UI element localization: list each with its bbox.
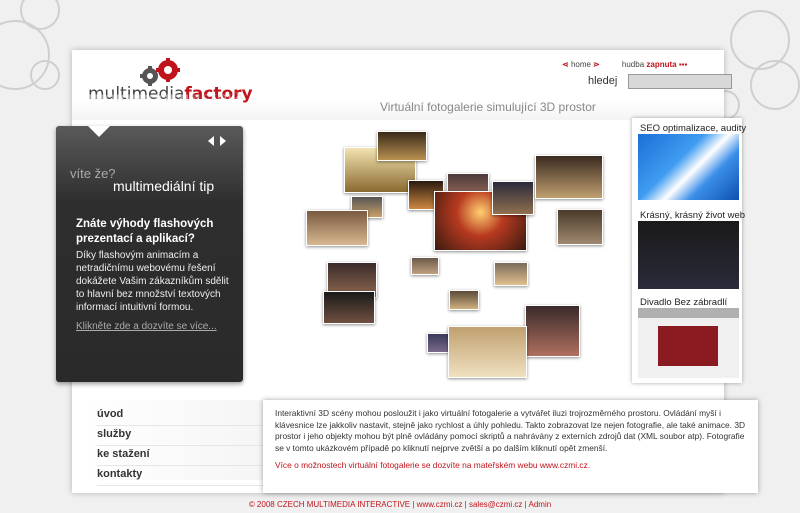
equalizer-icon: ▪▪▪ — [678, 60, 688, 69]
logo-reflection-part-2: factory — [184, 92, 245, 102]
gallery-photo[interactable] — [492, 181, 534, 215]
background-swirl-left — [0, 0, 80, 140]
prev-arrow-icon[interactable] — [208, 136, 214, 146]
menu-item-kontakty[interactable]: kontakty — [97, 466, 267, 486]
logo-reflection: multimediafactory — [88, 92, 244, 102]
menu-item-uvod[interactable]: úvod — [97, 406, 267, 426]
gallery-photo[interactable] — [411, 257, 439, 275]
sidebar-item-krasny[interactable]: Krásný, krásný život web — [640, 210, 745, 221]
search-label: hledej — [588, 75, 618, 87]
gallery-photo[interactable] — [306, 210, 368, 246]
info-box: Interaktivní 3D scény mohou posloužit i … — [263, 400, 758, 493]
logo-reflection-part-1: multimedia — [88, 92, 185, 102]
music-label: hudba — [621, 60, 645, 69]
gallery-photo[interactable] — [449, 290, 479, 310]
krasny-thumbnail[interactable] — [638, 221, 739, 289]
divadlo-thumbnail[interactable] — [638, 308, 739, 378]
menu-item-ke-stazeni[interactable]: ke stažení — [97, 446, 267, 466]
home-link[interactable]: ⋖ home ⋗ — [562, 60, 600, 69]
info-link[interactable]: Více o možnostech virtuální fotogalerie … — [275, 460, 746, 470]
page-title: Virtuální fotogalerie simulující 3D pros… — [380, 100, 596, 114]
footer: © 2008 CZECH MULTIMEDIA INTERACTIVE | ww… — [248, 500, 552, 509]
gallery-photo[interactable] — [448, 326, 527, 378]
tip-title: multimediální tip — [113, 178, 215, 194]
gallery-photo[interactable] — [427, 333, 449, 353]
top-nav: ⋖ home ⋗ hudba zapnuta ▪▪▪ — [562, 60, 687, 69]
gallery-photo[interactable] — [494, 262, 528, 286]
info-text: Interaktivní 3D scény mohou posloužit i … — [275, 408, 746, 453]
tip-heading: Znáte výhody flashových prezentací a apl… — [76, 218, 214, 245]
tip-body: Díky flashovým animacím a netradičnímu w… — [76, 250, 229, 313]
music-state: zapnuta — [646, 60, 677, 69]
music-toggle[interactable]: hudba zapnuta ▪▪▪ — [622, 60, 687, 69]
sidebar-item-seo[interactable]: SEO optimalizace, audity — [640, 123, 746, 134]
next-arrow-icon[interactable] — [220, 136, 226, 146]
seo-thumbnail[interactable] — [638, 134, 739, 200]
gallery-photo[interactable] — [377, 131, 427, 161]
tip-more-link[interactable]: Klikněte zde a dozvíte se více... — [76, 321, 217, 332]
home-link-label: home — [570, 60, 591, 69]
tip-kicker: víte že? — [70, 166, 116, 181]
search-input[interactable] — [628, 74, 732, 89]
sidebar-item-divadlo[interactable]: Divadlo Bez zábradlí — [640, 297, 727, 308]
main-menu: úvod služby ke stažení kontakty — [97, 406, 267, 486]
gallery-photo[interactable] — [557, 209, 603, 245]
gallery-photo[interactable] — [525, 305, 580, 357]
tip-notch — [88, 126, 110, 137]
tip-arrows — [208, 136, 226, 146]
gallery-photo[interactable] — [535, 155, 603, 199]
gallery-photo[interactable] — [323, 291, 375, 324]
menu-item-sluzby[interactable]: služby — [97, 426, 267, 446]
